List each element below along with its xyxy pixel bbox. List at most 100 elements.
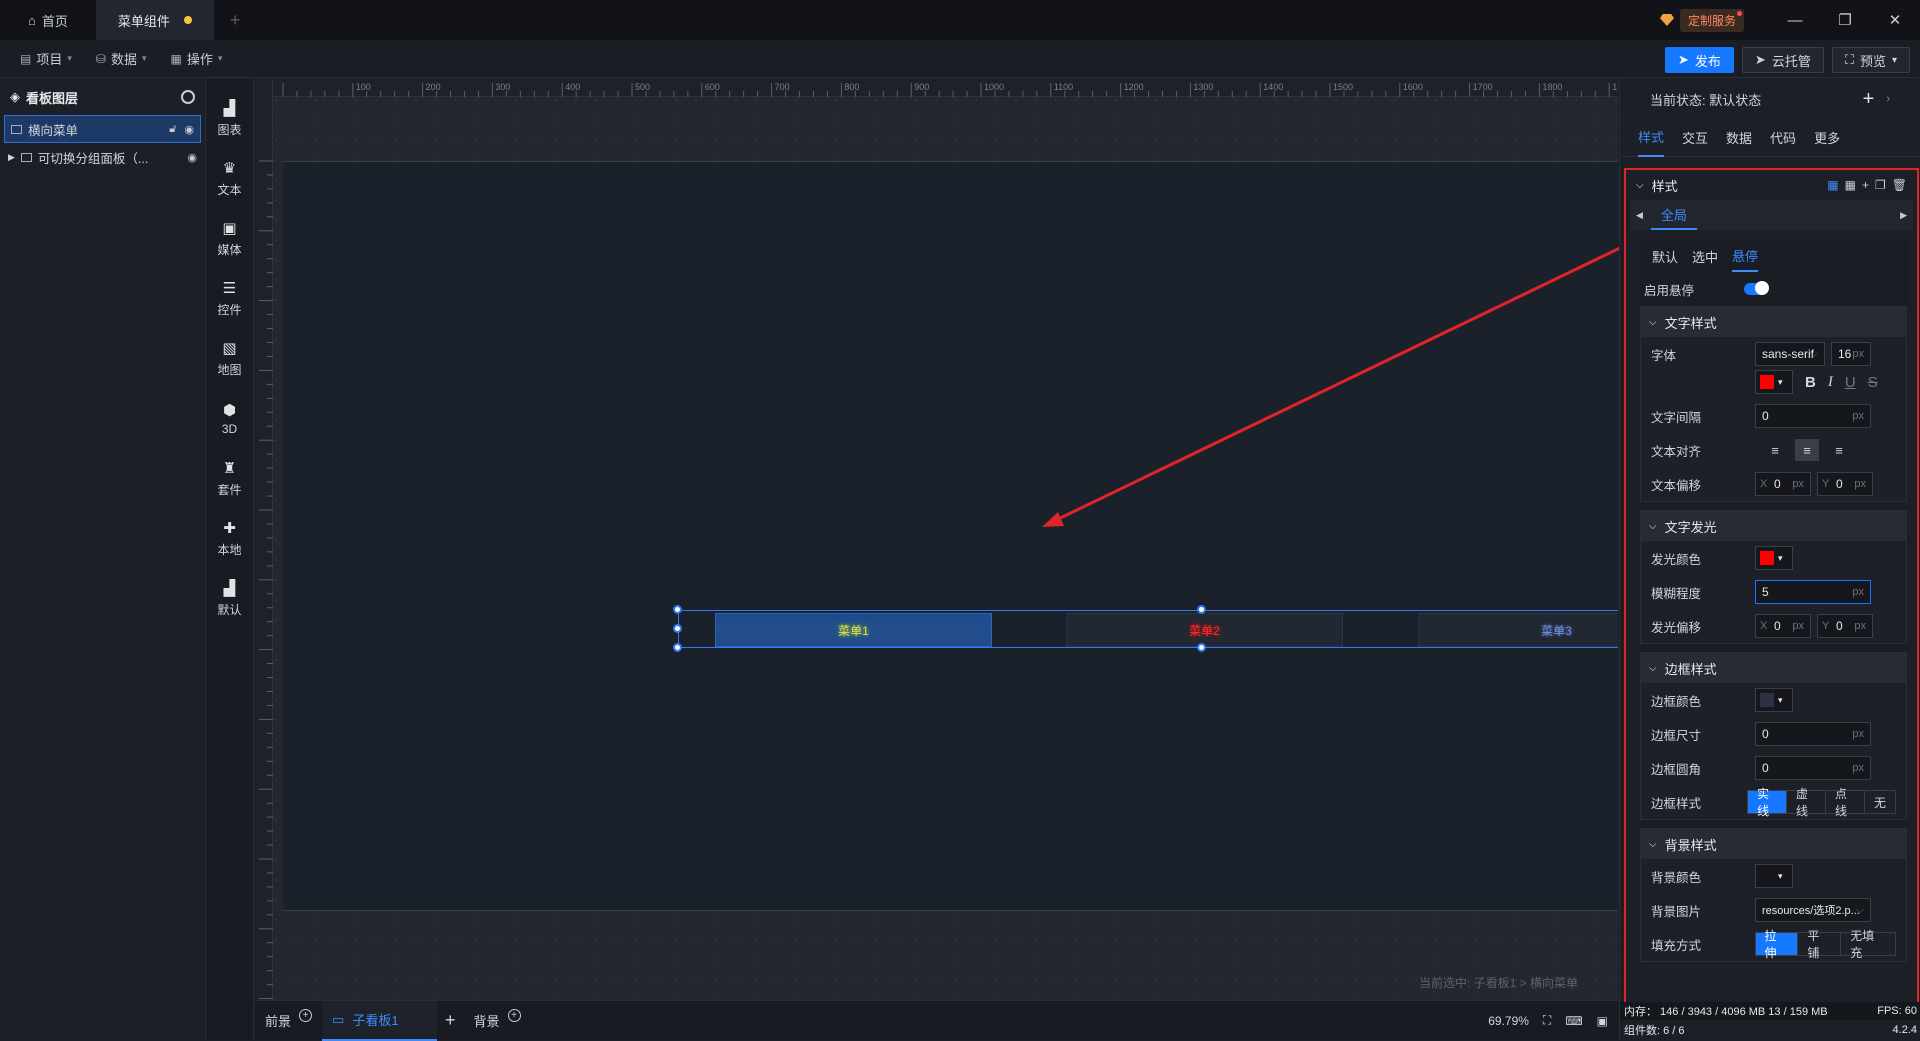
text-color-picker[interactable]: ▾	[1755, 370, 1793, 394]
strikethrough-icon[interactable]: S	[1868, 374, 1878, 391]
close-icon[interactable]: ✕	[1870, 0, 1920, 40]
preview-button[interactable]: ⛶ 预览 ▾	[1831, 47, 1910, 73]
menu-project[interactable]: ▤ 项目 ▾	[10, 49, 82, 68]
sidebar-item-text[interactable]: ♛ 文本	[206, 149, 254, 209]
state-default[interactable]: 默认	[1652, 240, 1678, 272]
enable-hover-toggle[interactable]	[1744, 281, 1769, 295]
eye-off-icon[interactable]: ◉	[187, 151, 197, 164]
font-size-input[interactable]: 16 px	[1831, 342, 1871, 366]
table-icon[interactable]: ▦	[1845, 178, 1856, 192]
restore-icon[interactable]: ❐	[1820, 0, 1870, 40]
menu-operation[interactable]: ▦ 操作 ▾	[161, 49, 233, 68]
sidebar-item-default[interactable]: ▟ 默认	[206, 569, 254, 629]
sidebar-item-control[interactable]: ☰ 控件	[206, 269, 254, 329]
tab-code[interactable]: 代码	[1770, 119, 1796, 157]
tab-global[interactable]: 全局	[1650, 200, 1697, 230]
border-style-header[interactable]: ⌵ 边框样式	[1641, 653, 1906, 683]
add-circle-icon[interactable]: +	[299, 1009, 313, 1022]
fill-none-option[interactable]: 无填充	[1841, 929, 1895, 960]
glow-offset-x-input[interactable]: X 0 px	[1755, 614, 1811, 638]
caret-right-icon[interactable]: ▶	[1900, 210, 1907, 221]
artboard[interactable]	[283, 161, 1618, 911]
add-board-icon[interactable]: +	[437, 1010, 464, 1031]
bg-image-select[interactable]: resources/选项2.p... ⌵	[1755, 898, 1871, 922]
border-color-picker[interactable]: ▾	[1755, 688, 1793, 712]
sidebar-item-3d[interactable]: ⬢ 3D	[206, 389, 254, 449]
eye-icon[interactable]: ◉	[184, 123, 194, 136]
sidebar-item-chart[interactable]: ▟ 图表	[206, 89, 254, 149]
border-dashed-option[interactable]: 虚线	[1787, 787, 1826, 818]
sidebar-item-local[interactable]: ✚ 本地	[206, 509, 254, 569]
tab-menu-component[interactable]: 菜单组件	[95, 0, 214, 40]
state-hover[interactable]: 悬停	[1732, 240, 1759, 272]
tab-background[interactable]: 背景 +	[464, 1001, 531, 1041]
plus-icon[interactable]: +	[1862, 178, 1869, 192]
italic-icon[interactable]: I	[1828, 374, 1833, 391]
tab-style[interactable]: 样式	[1638, 119, 1665, 157]
resize-handle[interactable]	[673, 643, 682, 652]
caret-right-icon[interactable]: ▶	[8, 152, 15, 163]
menu-item-2[interactable]: 菜单2	[1066, 613, 1343, 647]
border-radius-input[interactable]: 0 px	[1755, 756, 1871, 780]
unlock-icon[interactable]: 🔓︎	[169, 123, 176, 136]
background-style-header[interactable]: ⌵ 背景样式	[1641, 829, 1906, 859]
style-section-header[interactable]: ⌵ 样式 ▦ ▦ + ❐ 🗑︎	[1626, 170, 1917, 200]
sidebar-item-suite[interactable]: ♜ 套件	[206, 449, 254, 509]
fill-tile-option[interactable]: 平铺	[1798, 929, 1842, 960]
tab-more[interactable]: 更多	[1814, 119, 1840, 157]
minimize-icon[interactable]: —	[1770, 0, 1820, 40]
sidebar-item-media[interactable]: ▣ 媒体	[206, 209, 254, 269]
sidebar-item-map[interactable]: ▧ 地图	[206, 329, 254, 389]
canvas-area[interactable]: 100 200 300 400 500 600 700 800 900 1000 1100 1200 1…	[255, 79, 1618, 1000]
horizontal-menu-selection[interactable]: 菜单1 菜单2 菜单3	[678, 610, 1618, 648]
custom-service-button[interactable]: 定制服务	[1659, 8, 1744, 32]
search-icon[interactable]	[181, 90, 195, 104]
border-solid-option[interactable]: 实线	[1748, 787, 1788, 818]
border-size-input[interactable]: 0 px	[1755, 722, 1871, 746]
new-tab-icon[interactable]: +	[214, 0, 257, 40]
publish-button[interactable]: ➤ 发布	[1665, 47, 1734, 73]
add-state-icon[interactable]: +	[1863, 88, 1875, 111]
bold-icon[interactable]: B	[1805, 374, 1816, 391]
resize-handle[interactable]	[1197, 605, 1206, 614]
bg-color-picker[interactable]: ▾	[1755, 864, 1793, 888]
underline-icon[interactable]: U	[1845, 374, 1856, 391]
text-style-header[interactable]: ⌵ 文字样式	[1641, 307, 1906, 337]
state-selected[interactable]: 选中	[1692, 240, 1718, 272]
tab-sub-board[interactable]: ▭ 子看板1	[322, 1000, 438, 1041]
copy-icon[interactable]: ❐	[1875, 178, 1886, 192]
border-dotted-option[interactable]: 点线	[1826, 787, 1865, 818]
layer-item-group-panel[interactable]: ▶ 可切换分组面板（... ◉	[0, 143, 205, 171]
keyboard-icon[interactable]: ⌨	[1565, 1014, 1582, 1028]
layout-icon[interactable]: ▦	[1827, 178, 1838, 192]
text-offset-y-input[interactable]: Y 0 px	[1817, 472, 1873, 496]
zoom-level[interactable]: 69.79%	[1488, 1014, 1529, 1028]
border-none-option[interactable]: 无	[1865, 791, 1895, 813]
terminal-icon[interactable]: ▣	[1597, 1014, 1608, 1028]
fill-stretch-option[interactable]: 拉伸	[1755, 929, 1799, 960]
resize-handle[interactable]	[673, 605, 682, 614]
align-right-icon[interactable]: ≡	[1827, 439, 1851, 461]
resize-handle[interactable]	[1197, 643, 1206, 652]
glow-offset-y-input[interactable]: Y 0 px	[1817, 614, 1873, 638]
letter-spacing-input[interactable]: 0 px	[1755, 404, 1871, 428]
fit-screen-icon[interactable]: ⛶	[1543, 1013, 1551, 1028]
trash-icon[interactable]: 🗑︎	[1892, 178, 1907, 192]
glow-color-picker[interactable]: ▾	[1755, 546, 1793, 570]
tab-interaction[interactable]: 交互	[1682, 119, 1708, 157]
align-left-icon[interactable]: ≡	[1763, 439, 1787, 461]
font-family-select[interactable]: sans-serif ⌵	[1755, 342, 1825, 366]
blur-input[interactable]: 5 px	[1755, 580, 1871, 604]
text-offset-x-input[interactable]: X 0 px	[1755, 472, 1811, 496]
align-center-icon[interactable]: ≡	[1795, 439, 1819, 461]
menu-item-1[interactable]: 菜单1	[715, 613, 992, 647]
menu-item-3[interactable]: 菜单3	[1418, 613, 1618, 647]
menu-data[interactable]: ⛁ 数据 ▾	[86, 49, 157, 68]
text-glow-header[interactable]: ⌵ 文字发光	[1641, 511, 1906, 541]
tab-data[interactable]: 数据	[1726, 119, 1752, 157]
add-circle-icon[interactable]: +	[507, 1009, 521, 1022]
caret-left-icon[interactable]: ◀	[1636, 210, 1643, 221]
tab-foreground[interactable]: 前景 +	[255, 1001, 322, 1041]
chevron-right-icon[interactable]: ›	[1886, 93, 1890, 105]
layer-item-horizontal-menu[interactable]: 横向菜单 🔓︎ ◉	[4, 115, 201, 143]
